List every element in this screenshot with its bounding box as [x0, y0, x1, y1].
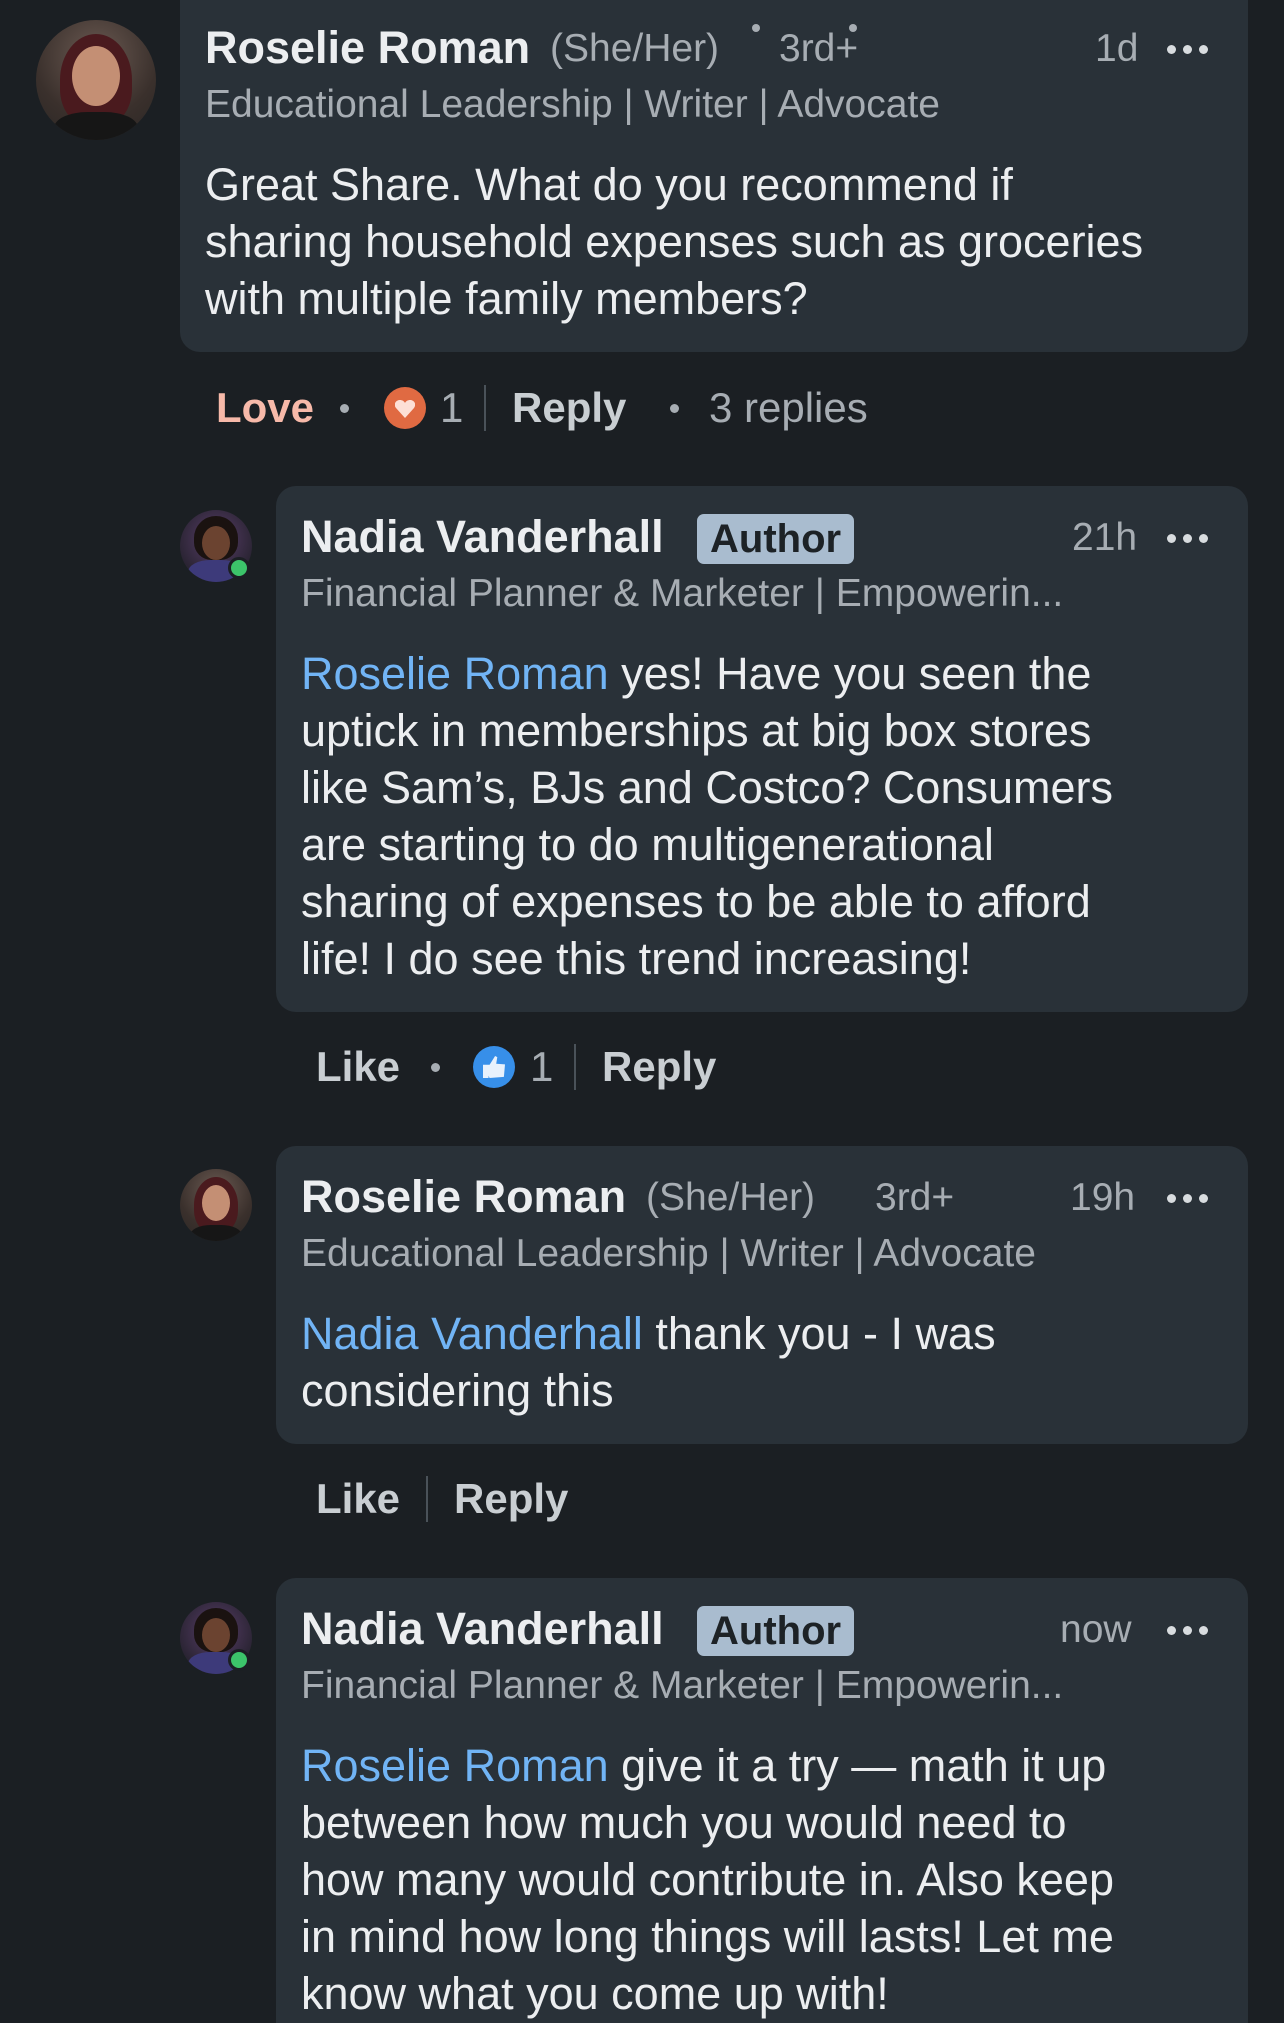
- reply-text-line: Roselie Roman give it a try — math it up: [301, 1737, 1241, 1794]
- reply-text-segment: thank you - I was: [642, 1308, 996, 1359]
- reply-author-name[interactable]: Nadia Vanderhall: [301, 1603, 664, 1655]
- reply-author-name[interactable]: Roselie Roman: [301, 1171, 626, 1223]
- reply-text-segment: yes! Have you seen the: [608, 648, 1092, 699]
- actions-separator-dot: [670, 404, 679, 413]
- like-button[interactable]: Like: [316, 1039, 400, 1095]
- face-shape: [202, 526, 230, 560]
- like-button[interactable]: Like: [316, 1471, 400, 1527]
- comment-author-pronoun: (She/Her): [550, 27, 720, 70]
- reply-text-line: considering this: [301, 1365, 614, 1416]
- avatar-roselie-roman[interactable]: [36, 20, 156, 140]
- comment-text-line: Great Share. What do you recommend if: [205, 159, 1013, 210]
- meta-separator-dot: [849, 24, 857, 32]
- reply-button[interactable]: Reply: [512, 380, 626, 436]
- more-options-icon[interactable]: [1167, 45, 1209, 55]
- reaction-count[interactable]: 1: [530, 1039, 553, 1095]
- reply-text-line: Roselie Roman yes! Have you seen the: [301, 645, 1241, 702]
- shirt-shape: [190, 1225, 242, 1241]
- reaction-count[interactable]: 1: [440, 380, 463, 436]
- shirt-shape: [54, 112, 138, 140]
- reply-author-headline: Financial Planner & Marketer | Empowerin…: [301, 572, 1064, 615]
- comment-timestamp: 1d: [1095, 27, 1139, 70]
- comment-actions: Love 1 Reply 3 replies: [216, 380, 1116, 436]
- reply-button[interactable]: Reply: [602, 1039, 716, 1095]
- reply-author-headline: Financial Planner & Marketer | Empowerin…: [301, 1664, 1064, 1707]
- mention-link[interactable]: Roselie Roman: [301, 1740, 609, 1791]
- comments-thread: Roselie Roman (She/Her) 3rd+ 1d Educatio…: [0, 0, 1284, 2023]
- face-shape: [202, 1185, 230, 1221]
- reply-connection-degree: 3rd+: [875, 1176, 955, 1219]
- love-reaction-icon[interactable]: [384, 387, 426, 429]
- reply-text-line: like Sam’s, BJs and Costco? Consumers: [301, 762, 1113, 813]
- reply-text-line: uptick in memberships at big box stores: [301, 705, 1092, 756]
- reply-timestamp: 21h: [1072, 516, 1138, 559]
- online-status-indicator: [228, 1649, 250, 1671]
- face-shape: [202, 1618, 230, 1652]
- author-badge: Author: [697, 514, 855, 564]
- reply-text-line: life! I do see this trend increasing!: [301, 933, 972, 984]
- more-options-icon[interactable]: [1167, 534, 1209, 544]
- more-options-icon[interactable]: [1167, 1626, 1209, 1636]
- reply-author-name[interactable]: Nadia Vanderhall: [301, 511, 664, 563]
- reply-author-pronoun: (She/Her): [646, 1176, 816, 1219]
- reply-text-line: how many would contribute in. Also keep: [301, 1854, 1114, 1905]
- mention-link[interactable]: Nadia Vanderhall: [301, 1308, 643, 1359]
- reply-text: Roselie Roman yes! Have you seen the upt…: [301, 645, 1241, 987]
- reply-timestamp: now: [1060, 1608, 1132, 1651]
- reply-text-line: sharing of expenses to be able to afford: [301, 876, 1091, 927]
- face-shape: [72, 46, 120, 106]
- reply-button[interactable]: Reply: [454, 1471, 568, 1527]
- comment-text-line: with multiple family members?: [205, 273, 808, 324]
- actions-divider: [574, 1044, 576, 1090]
- comment-text: Great Share. What do you recommend if sh…: [205, 156, 1235, 327]
- reply-text-segment: give it a try — math it up: [608, 1740, 1107, 1791]
- reply-author-headline: Educational Leadership | Writer | Advoca…: [301, 1232, 1036, 1275]
- love-reaction-button[interactable]: Love: [216, 380, 314, 436]
- author-badge: Author: [697, 1606, 855, 1656]
- reply-text-line: between how much you would need to: [301, 1797, 1067, 1848]
- reply-text: Nadia Vanderhall thank you - I was consi…: [301, 1305, 1241, 1419]
- comment-author-headline: Educational Leadership | Writer | Advoca…: [205, 83, 940, 126]
- meta-separator-dot: [752, 24, 760, 32]
- reply-text-line: are starting to do multigenerational: [301, 819, 994, 870]
- actions-separator-dot: [340, 404, 349, 413]
- reply-text-line: know what you come up with!: [301, 1968, 889, 2019]
- actions-divider: [484, 385, 486, 431]
- reply-text-line: Nadia Vanderhall thank you - I was: [301, 1305, 1241, 1362]
- comment-text-line: sharing household expenses such as groce…: [205, 216, 1144, 267]
- reply-actions: Like Reply: [316, 1471, 816, 1527]
- reply-text-line: in mind how long things will lasts! Let …: [301, 1911, 1114, 1962]
- view-replies-link[interactable]: 3 replies: [709, 380, 868, 436]
- actions-separator-dot: [431, 1063, 440, 1072]
- mention-link[interactable]: Roselie Roman: [301, 648, 609, 699]
- more-options-icon[interactable]: [1167, 1194, 1209, 1204]
- reply-timestamp: 19h: [1070, 1176, 1136, 1219]
- reply-text: Roselie Roman give it a try — math it up…: [301, 1737, 1241, 2022]
- online-status-indicator: [228, 557, 250, 579]
- comment-connection-degree: 3rd+: [779, 27, 859, 70]
- like-reaction-icon[interactable]: [473, 1046, 515, 1088]
- comment-author-name[interactable]: Roselie Roman: [205, 22, 530, 74]
- actions-divider: [426, 1476, 428, 1522]
- avatar-roselie-roman[interactable]: [180, 1169, 252, 1241]
- reply-actions: Like 1 Reply: [316, 1039, 1016, 1095]
